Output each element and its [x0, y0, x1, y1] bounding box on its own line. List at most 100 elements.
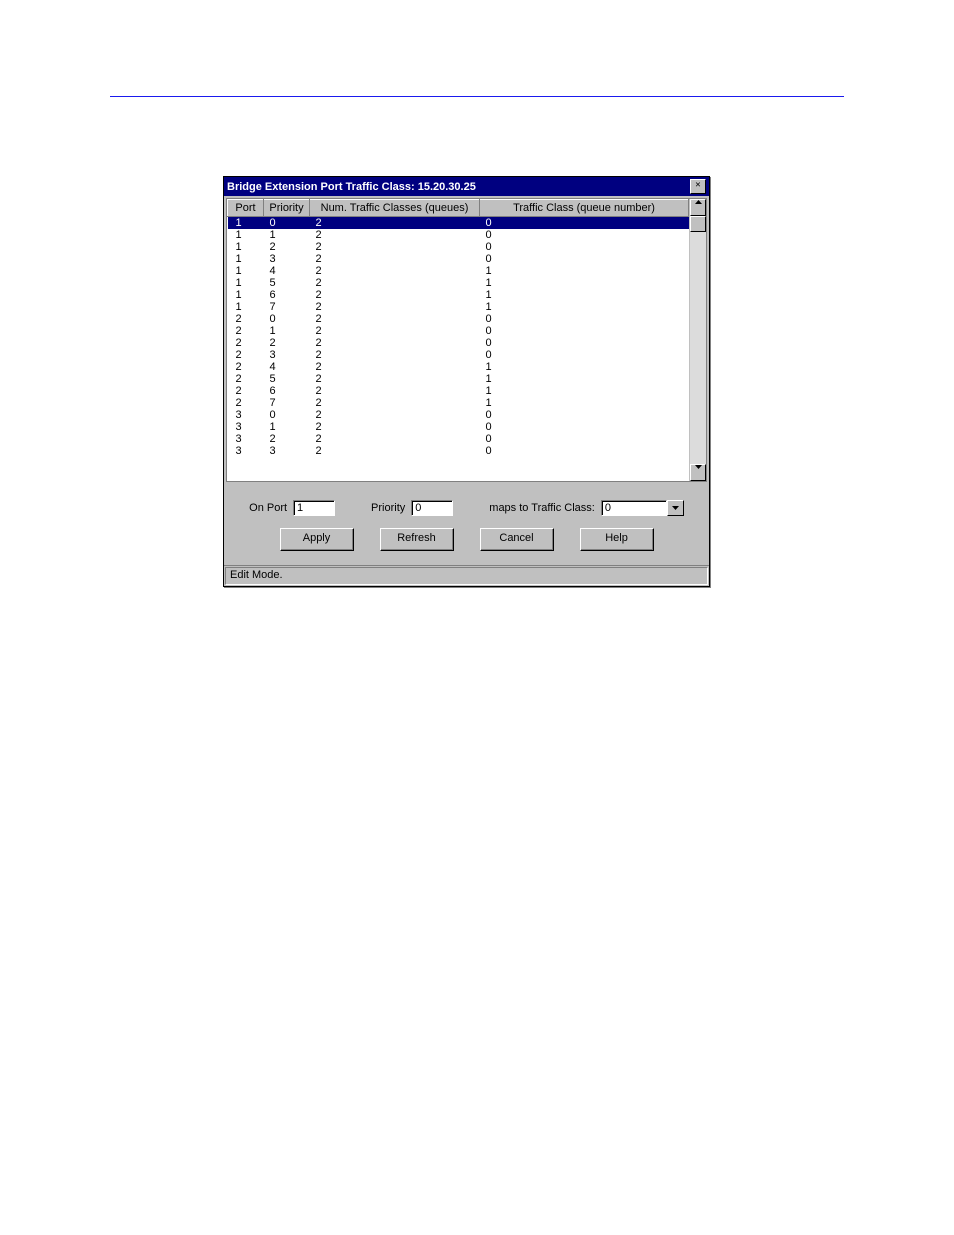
cell-tc: 1 [480, 397, 689, 409]
table-row[interactable]: 2721 [228, 397, 689, 409]
table-row[interactable]: 2120 [228, 325, 689, 337]
cell-tc: 0 [480, 445, 689, 457]
cell-numq: 2 [310, 445, 480, 457]
cell-tc: 0 [480, 253, 689, 265]
cell-priority: 3 [264, 253, 310, 265]
cell-priority: 4 [264, 361, 310, 373]
cell-priority: 1 [264, 229, 310, 241]
priority-label: Priority [371, 502, 405, 514]
cell-tc: 1 [480, 385, 689, 397]
scroll-up-icon[interactable] [690, 199, 706, 216]
cell-numq: 2 [310, 373, 480, 385]
table-row[interactable]: 1621 [228, 289, 689, 301]
refresh-button[interactable]: Refresh [380, 528, 454, 551]
table-row[interactable]: 1421 [228, 265, 689, 277]
cell-tc: 1 [480, 265, 689, 277]
cell-tc: 0 [480, 313, 689, 325]
cell-priority: 6 [264, 385, 310, 397]
cell-priority: 2 [264, 241, 310, 253]
cell-port: 3 [228, 409, 264, 421]
cell-priority: 5 [264, 277, 310, 289]
table-row[interactable]: 3320 [228, 445, 689, 457]
traffic-class-table-container: Port Priority Num. Traffic Classes (queu… [226, 198, 707, 482]
table-row[interactable]: 3120 [228, 421, 689, 433]
scrollbar-track[interactable] [690, 232, 706, 464]
on-port-input[interactable]: 1 [293, 500, 335, 516]
table-row[interactable]: 2020 [228, 313, 689, 325]
cell-numq: 2 [310, 421, 480, 433]
cell-port: 1 [228, 229, 264, 241]
cell-numq: 2 [310, 229, 480, 241]
cell-numq: 2 [310, 265, 480, 277]
table-row[interactable]: 2220 [228, 337, 689, 349]
table-row[interactable]: 1521 [228, 277, 689, 289]
window-title: Bridge Extension Port Traffic Class: 15.… [227, 181, 476, 193]
table-row[interactable]: 2320 [228, 349, 689, 361]
cell-numq: 2 [310, 301, 480, 313]
on-port-label: On Port [249, 502, 287, 514]
mapping-form-row: On Port 1 Priority 0 maps to Traffic Cla… [226, 482, 707, 524]
cell-numq: 2 [310, 217, 480, 230]
cell-tc: 1 [480, 277, 689, 289]
close-icon[interactable]: ✕ [690, 179, 706, 194]
cell-tc: 0 [480, 241, 689, 253]
cell-numq: 2 [310, 313, 480, 325]
col-header-traffic-class[interactable]: Traffic Class (queue number) [480, 200, 689, 217]
col-header-priority[interactable]: Priority [264, 200, 310, 217]
button-row: Apply Refresh Cancel Help [226, 524, 707, 563]
priority-input[interactable]: 0 [411, 500, 453, 516]
cell-port: 2 [228, 349, 264, 361]
cell-numq: 2 [310, 253, 480, 265]
cell-tc: 0 [480, 349, 689, 361]
cell-priority: 1 [264, 421, 310, 433]
cell-priority: 7 [264, 397, 310, 409]
titlebar[interactable]: Bridge Extension Port Traffic Class: 15.… [224, 177, 709, 196]
cell-priority: 0 [264, 217, 310, 230]
table-row[interactable]: 3220 [228, 433, 689, 445]
cell-numq: 2 [310, 385, 480, 397]
traffic-class-select[interactable]: 0 [601, 500, 684, 516]
cell-priority: 0 [264, 409, 310, 421]
cell-port: 1 [228, 217, 264, 230]
cell-numq: 2 [310, 277, 480, 289]
table-row[interactable]: 1120 [228, 229, 689, 241]
cell-port: 1 [228, 253, 264, 265]
table-row[interactable]: 3020 [228, 409, 689, 421]
traffic-class-value[interactable]: 0 [601, 500, 667, 516]
cell-priority: 2 [264, 337, 310, 349]
cell-tc: 0 [480, 433, 689, 445]
cell-port: 2 [228, 373, 264, 385]
chevron-down-icon[interactable] [667, 500, 684, 516]
cell-tc: 0 [480, 217, 689, 230]
table-row[interactable]: 1220 [228, 241, 689, 253]
scrollbar-thumb[interactable] [690, 216, 706, 232]
cell-priority: 0 [264, 313, 310, 325]
table-row[interactable]: 1721 [228, 301, 689, 313]
apply-button[interactable]: Apply [280, 528, 354, 551]
help-button[interactable]: Help [580, 528, 654, 551]
col-header-num-queues[interactable]: Num. Traffic Classes (queues) [310, 200, 480, 217]
table-row[interactable]: 1320 [228, 253, 689, 265]
cell-numq: 2 [310, 337, 480, 349]
cell-numq: 2 [310, 349, 480, 361]
maps-to-label: maps to Traffic Class: [489, 502, 595, 514]
table-row[interactable]: 1020 [228, 217, 689, 230]
cell-port: 3 [228, 421, 264, 433]
table-row[interactable]: 2621 [228, 385, 689, 397]
cell-tc: 0 [480, 337, 689, 349]
cancel-button[interactable]: Cancel [480, 528, 554, 551]
cell-port: 2 [228, 325, 264, 337]
traffic-class-table[interactable]: Port Priority Num. Traffic Classes (queu… [227, 199, 689, 457]
cell-port: 2 [228, 385, 264, 397]
cell-port: 2 [228, 313, 264, 325]
vertical-scrollbar[interactable] [689, 199, 706, 481]
cell-priority: 6 [264, 289, 310, 301]
col-header-port[interactable]: Port [228, 200, 264, 217]
scroll-down-icon[interactable] [690, 464, 706, 481]
cell-numq: 2 [310, 325, 480, 337]
cell-port: 1 [228, 241, 264, 253]
cell-numq: 2 [310, 289, 480, 301]
table-row[interactable]: 2521 [228, 373, 689, 385]
table-row[interactable]: 2421 [228, 361, 689, 373]
cell-numq: 2 [310, 241, 480, 253]
